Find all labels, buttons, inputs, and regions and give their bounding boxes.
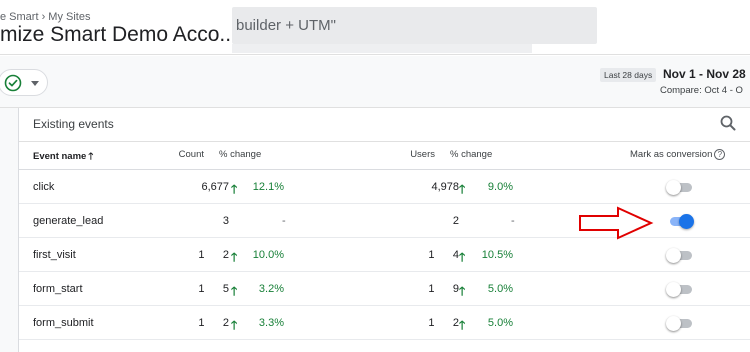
event-name: form_submit	[33, 317, 94, 329]
table-row: click 6,677 🡑 12.1% 4,978 🡑 9.0%	[19, 170, 750, 204]
search-icon[interactable]	[719, 114, 737, 132]
check-circle-icon	[4, 74, 22, 92]
date-range-picker[interactable]: Nov 1 - Nov 28	[663, 67, 746, 81]
trend-up-icon: 🡑	[231, 318, 238, 332]
column-header-label: Event name	[33, 151, 87, 162]
column-header-users[interactable]: Users	[410, 149, 435, 160]
event-count: 1 2	[198, 249, 229, 261]
trend-up-icon: 🡑	[459, 284, 466, 298]
dropdown-caret-icon	[31, 81, 39, 86]
table-row: form_submit 1 2 🡑 3.3% 1 2 🡑 5.0%	[19, 306, 750, 340]
event-users: 1 9	[428, 283, 459, 295]
top-bar: e Smart › My Sites mize Smart Demo Acco.…	[0, 0, 750, 55]
column-header-count-change[interactable]: % change	[219, 149, 261, 160]
users-change: 5.0%	[487, 317, 513, 329]
users-change: -	[511, 215, 515, 227]
arrow-up-icon: 🡑	[88, 151, 94, 162]
table-row: form_start 1 5 🡑 3.2% 1 9 🡑 5.0%	[19, 272, 750, 306]
toggle-thumb	[666, 316, 681, 331]
search-box[interactable]: builder + UTM"	[232, 7, 597, 53]
users-change: 10.5%	[481, 249, 513, 261]
conversion-toggle[interactable]	[666, 282, 694, 297]
conversion-toggle[interactable]	[666, 180, 694, 195]
event-name: first_visit	[33, 249, 76, 261]
toggle-thumb	[666, 282, 681, 297]
column-header-label: Mark as conversion	[630, 149, 713, 161]
breadcrumb[interactable]: e Smart › My Sites	[0, 11, 90, 23]
column-header-event-name[interactable]: Event name 🡑	[33, 149, 93, 165]
annotation-arrow-icon	[579, 206, 654, 240]
trend-up-icon: 🡑	[231, 182, 238, 196]
count-change: 3.2%	[258, 283, 284, 295]
toggle-thumb	[666, 248, 681, 263]
event-count: 3	[222, 215, 229, 227]
conversion-toggle[interactable]	[666, 214, 694, 229]
search-box-shadow	[232, 44, 532, 53]
account-selector[interactable]: mize Smart Demo Acco...	[0, 23, 257, 47]
table-row: first_visit 1 2 🡑 10.0% 1 4 🡑 10.5%	[19, 238, 750, 272]
event-name: form_start	[33, 283, 83, 295]
event-users: 4,978	[431, 181, 459, 193]
report-toolbar: Last 28 days Nov 1 - Nov 28 Compare: Oct…	[0, 56, 750, 108]
trend-up-icon: 🡑	[459, 182, 466, 196]
event-users: 1 4	[428, 249, 459, 261]
compare-range: Compare: Oct 4 - O	[660, 85, 743, 96]
count-change: -	[282, 215, 286, 227]
event-users: 1 2	[428, 317, 459, 329]
card-title: Existing events	[33, 117, 114, 131]
divider	[19, 141, 750, 142]
help-icon[interactable]: ?	[714, 149, 726, 160]
event-name: generate_lead	[33, 215, 104, 227]
search-query: builder + UTM"	[236, 17, 336, 34]
toggle-thumb	[679, 214, 694, 229]
column-header-count[interactable]: Count	[179, 149, 204, 160]
status-menu-button[interactable]	[0, 69, 48, 96]
trend-up-icon: 🡑	[231, 250, 238, 264]
event-count: 6,677	[201, 181, 229, 193]
event-users: 2	[452, 215, 459, 227]
toggle-thumb	[666, 180, 681, 195]
users-change: 5.0%	[487, 283, 513, 295]
conversion-toggle[interactable]	[666, 248, 694, 263]
count-change: 10.0%	[252, 249, 284, 261]
conversion-toggle[interactable]	[666, 316, 694, 331]
trend-up-icon: 🡑	[459, 250, 466, 264]
column-header-users-change[interactable]: % change	[450, 149, 492, 160]
users-change: 9.0%	[487, 181, 513, 193]
account-name: mize Smart Demo Acco...	[0, 23, 237, 46]
event-name: click	[33, 181, 55, 193]
event-count: 1 5	[198, 283, 229, 295]
count-change: 3.3%	[258, 317, 284, 329]
trend-up-icon: 🡑	[231, 284, 238, 298]
count-change: 12.1%	[252, 181, 284, 193]
event-count: 1 2	[198, 317, 229, 329]
trend-up-icon: 🡑	[459, 318, 466, 332]
column-header-mark-as-conversion: Mark as conversion?	[630, 149, 726, 161]
date-range-label: Last 28 days	[600, 68, 657, 82]
